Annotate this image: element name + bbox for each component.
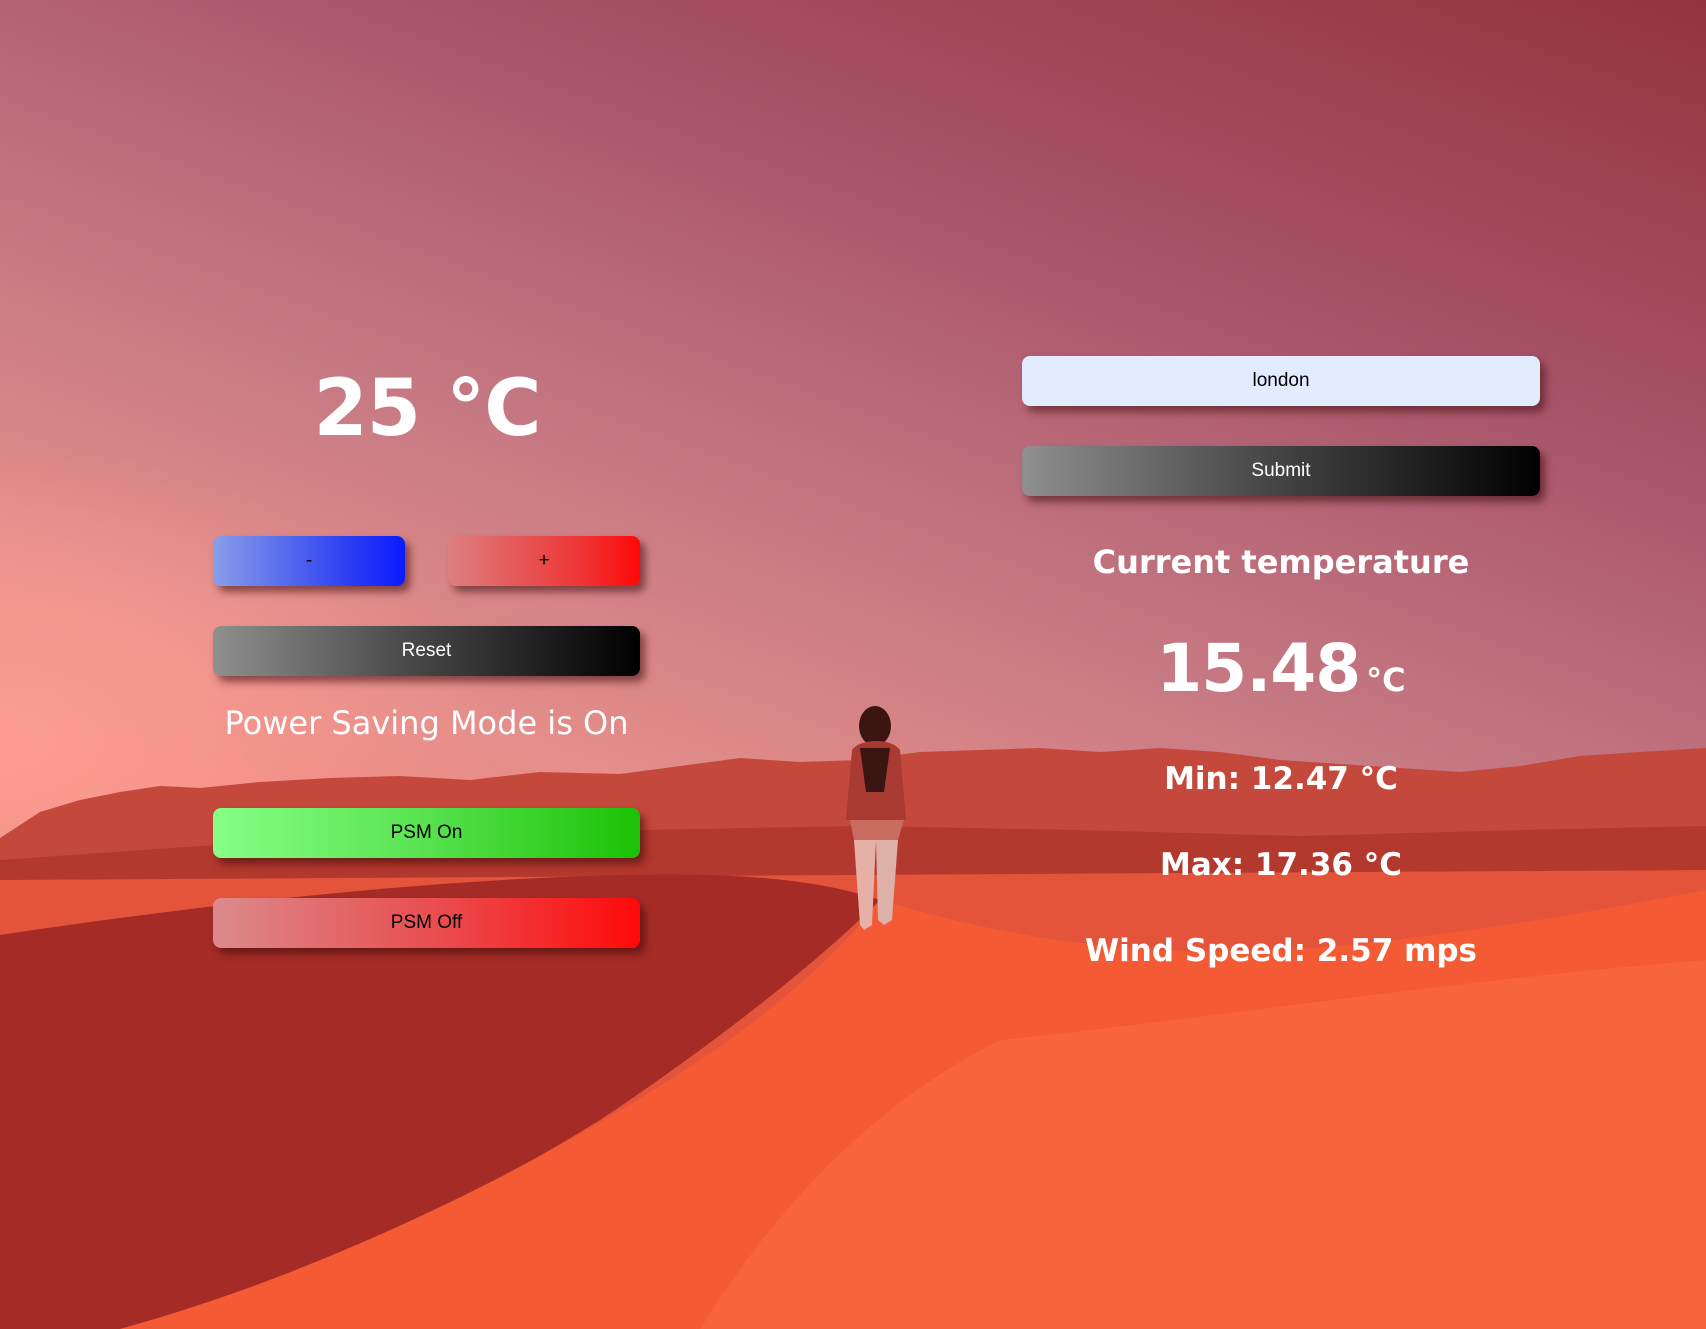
- reset-button[interactable]: Reset: [213, 626, 640, 676]
- city-input[interactable]: [1022, 356, 1540, 406]
- psm-off-button[interactable]: PSM Off: [213, 898, 640, 948]
- submit-button[interactable]: Submit: [1022, 446, 1540, 496]
- min-temperature: Min: 12.47 °C: [1164, 761, 1398, 797]
- current-temperature-heading: Current temperature: [1092, 543, 1470, 581]
- psm-on-button[interactable]: PSM On: [213, 808, 640, 858]
- wind-speed: Wind Speed: 2.57 mps: [1084, 933, 1478, 969]
- decrease-temperature-button[interactable]: -: [213, 536, 405, 586]
- current-temperature-unit: °C: [1366, 661, 1406, 699]
- increase-temperature-button[interactable]: +: [448, 536, 640, 586]
- max-temperature: Max: 17.36 °C: [1159, 847, 1403, 883]
- thermostat-temperature: 25 °C: [313, 364, 542, 454]
- current-temperature-value: 15.48: [1156, 630, 1361, 707]
- current-temperature-display: 15.48 °C: [1022, 636, 1540, 702]
- power-saving-mode-status: Power Saving Mode is On: [224, 704, 629, 742]
